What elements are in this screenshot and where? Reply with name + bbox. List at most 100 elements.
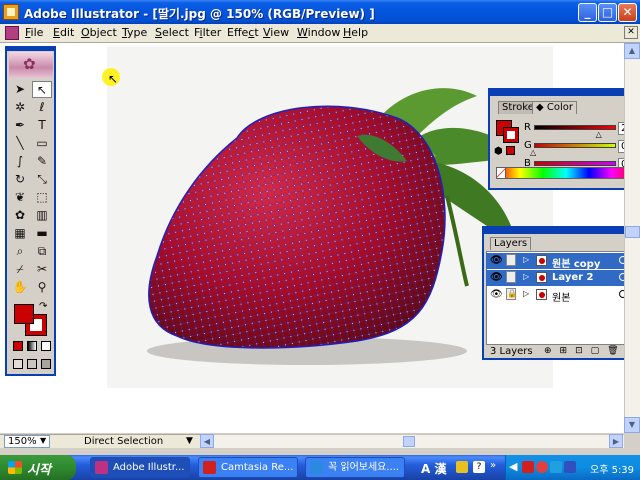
menu-effect[interactable]: Effect xyxy=(227,26,259,39)
horizontal-scrollbar[interactable]: ◀ ▶ xyxy=(200,434,624,448)
media-tray-icon[interactable] xyxy=(536,461,548,473)
channel-r-slider[interactable] xyxy=(534,125,616,130)
title-bar[interactable]: Adobe Illustrator - [딸기.jpg @ 150% (RGB/… xyxy=(0,0,640,24)
taskbar-button[interactable]: 꼭 읽어보세요.... xyxy=(305,457,405,478)
swap-colors-icon[interactable]: ↷ xyxy=(39,301,47,312)
graph-tool-icon[interactable]: ▥ xyxy=(32,207,52,224)
direct-selection-tool-icon[interactable]: ↖ xyxy=(32,81,52,98)
rectangle-tool-icon[interactable]: ▭ xyxy=(32,135,52,152)
taskbar-expand-icon[interactable]: » xyxy=(490,460,496,471)
slice-tool-icon[interactable]: ⌿ xyxy=(10,261,30,278)
document-icon[interactable] xyxy=(5,26,19,40)
lasso-tool-icon[interactable]: ℓ xyxy=(32,99,52,116)
visibility-eye-icon[interactable]: 👁 xyxy=(490,272,503,283)
scroll-left-button[interactable]: ◀ xyxy=(200,434,214,448)
layer-row[interactable]: 👁 ▷ 원본 copy xyxy=(486,253,636,270)
taskbar-button[interactable]: Camtasia Re... xyxy=(198,457,298,478)
scroll-right-button[interactable]: ▶ xyxy=(609,434,623,448)
full-screen-menu-mode-button[interactable] xyxy=(27,359,37,369)
pencil-tool-icon[interactable]: ✎ xyxy=(32,153,52,170)
menu-help[interactable]: Help xyxy=(343,26,368,39)
minimize-button[interactable]: _ xyxy=(578,3,597,22)
selection-tool-icon[interactable]: ➤ xyxy=(10,81,30,98)
toolbox-titlebar[interactable] xyxy=(7,47,54,51)
visibility-eye-icon[interactable]: 👁 xyxy=(490,255,503,266)
warp-tool-icon[interactable]: ❦ xyxy=(10,189,30,206)
menu-window[interactable]: Window xyxy=(297,26,340,39)
fill-swatch[interactable] xyxy=(14,304,34,324)
gradient-tool-icon[interactable]: ▬ xyxy=(32,225,52,242)
none-color-swatch[interactable] xyxy=(496,167,506,179)
scroll-down-button[interactable]: ▼ xyxy=(624,417,640,433)
player-tray-icon[interactable] xyxy=(564,461,576,473)
close-button[interactable]: ✕ xyxy=(618,3,637,22)
vertical-scrollbar[interactable]: ▲ ▼ xyxy=(624,43,640,433)
lock-toggle-icon[interactable]: 🔒 xyxy=(506,288,517,300)
zoom-dropdown-icon[interactable]: ▼ xyxy=(40,436,46,445)
channel-g-thumb[interactable]: △ xyxy=(530,148,536,157)
camtasia-tray-icon[interactable] xyxy=(522,461,534,473)
menu-type[interactable]: Type xyxy=(122,26,147,39)
maximize-button[interactable]: □ xyxy=(598,3,617,22)
web-color-swatch[interactable] xyxy=(506,146,515,155)
free-transform-tool-icon[interactable]: ⬚ xyxy=(32,189,52,206)
lock-toggle-icon[interactable] xyxy=(506,271,516,283)
channel-b-slider[interactable] xyxy=(534,161,616,166)
menu-file[interactable]: File xyxy=(25,26,43,39)
status-dropdown-icon[interactable]: ▼ xyxy=(186,436,193,446)
channel-r-thumb[interactable]: △ xyxy=(596,130,602,139)
stroke-color-swatch[interactable] xyxy=(503,127,519,143)
color-mode-button[interactable] xyxy=(13,341,23,351)
none-mode-button[interactable] xyxy=(41,341,51,351)
scroll-up-button[interactable]: ▲ xyxy=(624,43,640,59)
type-tool-icon[interactable]: T xyxy=(32,117,52,134)
menu-view[interactable]: View xyxy=(263,26,289,39)
expand-layer-icon[interactable]: ▷ xyxy=(523,272,529,281)
color-panel-titlebar[interactable] xyxy=(490,90,638,96)
color-spectrum-bar[interactable] xyxy=(496,167,636,179)
rotate-tool-icon[interactable]: ↻ xyxy=(10,171,30,188)
tab-color[interactable]: ◆ Color xyxy=(532,101,577,114)
layers-panel-titlebar[interactable] xyxy=(484,228,634,234)
scale-tool-icon[interactable]: ⤡ xyxy=(32,171,52,188)
layer-row[interactable]: 👁 ▷ Layer 2 xyxy=(486,270,636,286)
adobe-flower-banner[interactable] xyxy=(9,52,53,78)
ime-indicator[interactable]: A 漢 xyxy=(421,460,446,477)
layers-panel-buttons[interactable]: ⊕⊞⊡▢🗑 xyxy=(544,346,627,356)
mesh-tool-icon[interactable]: ▦ xyxy=(10,225,30,242)
network-tray-icon[interactable] xyxy=(550,461,562,473)
zoom-tool-icon[interactable]: ⚲ xyxy=(32,279,52,296)
start-button[interactable]: 시작 xyxy=(0,455,76,480)
scissors-tool-icon[interactable]: ✂ xyxy=(32,261,52,278)
menu-object[interactable]: Object xyxy=(81,26,117,39)
ime-tool-icon[interactable] xyxy=(456,461,468,473)
menu-select[interactable]: Select xyxy=(155,26,189,39)
channel-g-slider[interactable] xyxy=(534,143,616,148)
document-close-button[interactable]: ✕ xyxy=(624,26,638,39)
horizontal-scroll-thumb[interactable] xyxy=(403,436,415,447)
full-screen-mode-button[interactable] xyxy=(41,359,51,369)
magic-wand-tool-icon[interactable]: ✲ xyxy=(10,99,30,116)
standard-screen-mode-button[interactable] xyxy=(13,359,23,369)
visibility-eye-icon[interactable]: 👁 xyxy=(490,289,503,300)
line-tool-icon[interactable]: ╲ xyxy=(10,135,30,152)
help-icon[interactable]: ? xyxy=(473,461,485,473)
paintbrush-tool-icon[interactable]: ∫ xyxy=(10,153,30,170)
tab-layers[interactable]: Layers xyxy=(490,237,532,250)
clock[interactable]: 오후 5:39 xyxy=(590,461,634,476)
expand-layer-icon[interactable]: ▷ xyxy=(523,255,529,264)
expand-layer-icon[interactable]: ▷ xyxy=(523,289,529,298)
symbol-sprayer-tool-icon[interactable]: ✿ xyxy=(10,207,30,224)
pen-tool-icon[interactable]: ✒ xyxy=(10,117,30,134)
vertical-scroll-thumb[interactable] xyxy=(625,226,640,238)
gradient-mode-button[interactable] xyxy=(27,341,37,351)
blend-tool-icon[interactable]: ⧉ xyxy=(32,243,52,260)
out-of-gamut-icon[interactable]: ⬢ xyxy=(494,146,503,157)
taskbar-button[interactable]: Adobe Illustr... xyxy=(90,457,190,478)
illustrator-app-icon[interactable] xyxy=(3,4,19,20)
layer-row[interactable]: 👁 🔒 ▷ 원본 xyxy=(486,287,636,304)
lock-toggle-icon[interactable] xyxy=(506,254,516,266)
eyedropper-tool-icon[interactable]: ⌕ xyxy=(10,243,30,260)
menu-edit[interactable]: Edit xyxy=(53,26,74,39)
hand-tool-icon[interactable]: ✋ xyxy=(10,279,30,296)
